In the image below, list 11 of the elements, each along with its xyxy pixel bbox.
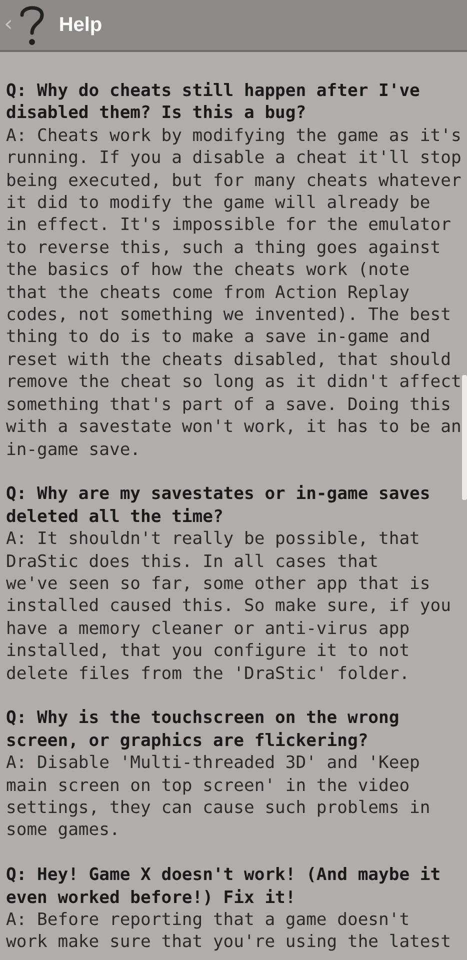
back-caret[interactable]: ‹ bbox=[4, 14, 13, 36]
faq-question: Q: Why are my savestates or in-game saves deleted all the time? bbox=[6, 483, 430, 528]
screen-title: Help bbox=[58, 14, 102, 36]
faq-answer: A: Disable 'Multi-threaded 3D' and 'Keep main screen on top screen' in the video settings, they can cause such problems in some games. bbox=[6, 752, 430, 842]
faq-question: Q: Why do cheats still happen after I've disabled them? Is this a bug? bbox=[6, 80, 420, 125]
faq-question: Q: Why is the touchscreen on the wrong screen, or graphics are flickering? bbox=[6, 707, 400, 752]
faq-answer: A: It shouldn't really be possible, that DraStic does this. In all cases that we've seen so far, some other app that is installed caused this. So make sure, if you have a memory cleaner or anti-virus app installed, that you configure it to not delete files from the 'DraStic' folder. bbox=[6, 528, 451, 685]
faq-answer: A: Before reporting that a game doesn't work make sure that you're using the latest bbox=[6, 908, 451, 954]
faq-question: Q: Hey! Game X doesn't work! (And maybe it even worked before!) Fix it! bbox=[6, 864, 441, 909]
scrollbar[interactable] bbox=[462, 375, 467, 500]
faq-answer: A: Cheats work by modifying the game as it's running. If you a disable a cheat it'll stop being executed, but for many cheats whatever it did to modify the game will already be in effect. It's impossible for the emulator to reverse this, such a thing goes against the basics of how the cheats work (note that the cheats come from Action Replay codes, not something we invented). The best thing to do is to make a save in-game and reset with the cheats disabled, that should remove the cheat so long as it didn't affect something that's part of a save. Doing this with a savestate won't work, it has to be an in-game save. bbox=[6, 124, 462, 461]
